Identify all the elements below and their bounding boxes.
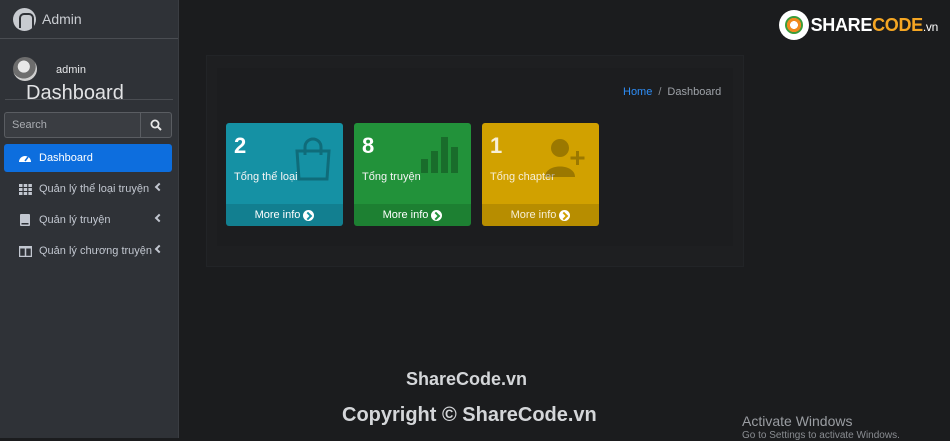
breadcrumb: Home / Dashboard (623, 86, 721, 98)
watermark-text: ShareCode.vn (406, 369, 528, 389)
arrow-circle-right-icon (303, 209, 315, 221)
chevron-left-icon (154, 213, 164, 223)
columns-icon (18, 244, 32, 258)
chevron-left-icon (154, 182, 164, 192)
sidebar-item-label: Dashboard (39, 152, 93, 164)
user-name: admin (56, 63, 86, 76)
stat-label: Tổng truyện (362, 171, 421, 183)
stat-label: Tổng thể loại (234, 171, 298, 183)
book-icon (18, 213, 32, 227)
shopping-bag-icon (295, 137, 331, 181)
arrow-circle-right-icon (559, 209, 571, 221)
sharecode-logo-icon (778, 10, 809, 40)
dashboard-icon (18, 151, 32, 165)
breadcrumb-separator: / (658, 86, 662, 98)
more-info-label: More info (382, 209, 429, 221)
breadcrumb-current: Dashboard (667, 86, 722, 98)
stat-box-chapters: 1 Tổng chapter More info (482, 123, 599, 226)
page-title: Dashboard (26, 82, 124, 104)
bar-chart-icon (421, 137, 458, 173)
activate-windows-title: Activate Windows (742, 413, 853, 429)
user-plus-icon (545, 139, 585, 177)
search-button[interactable] (140, 112, 172, 138)
stat-value: 8 (362, 133, 375, 158)
brand-logo-icon (13, 7, 36, 31)
stat-box-categories: 2 Tổng thể loại More info (226, 123, 343, 226)
chevron-left-icon (154, 244, 164, 254)
grid-icon (18, 182, 32, 196)
more-info-label: More info (254, 209, 301, 221)
stat-value: 2 (234, 133, 247, 158)
sidebar-item-chapters[interactable]: Quản lý chương truyện (4, 237, 172, 265)
sharecode-logo: SHARECODE.vn (778, 10, 939, 40)
stat-value: 1 (490, 133, 503, 158)
stat-box-stories: 8 Tổng truyện More info (354, 123, 471, 226)
sidebar-item-stories[interactable]: Quản lý truyện (4, 206, 172, 234)
watermark-copyright: Copyright © ShareCode.vn (342, 404, 597, 426)
breadcrumb-home-link[interactable]: Home (623, 86, 652, 98)
avatar (13, 57, 37, 81)
sidebar: Admin admin Dashboard Quản lý thể loại t… (0, 0, 179, 438)
more-info-label: More info (510, 209, 557, 221)
activate-windows-subtitle: Go to Settings to activate Windows. (742, 430, 900, 441)
sidebar-item-label: Quản lý thể loại truyện (39, 183, 150, 195)
sidebar-item-label: Quản lý chương truyện (39, 245, 153, 257)
more-info-link[interactable]: More info (226, 204, 343, 226)
sidebar-item-dashboard[interactable]: Dashboard (4, 144, 172, 172)
more-info-link[interactable]: More info (482, 204, 599, 226)
sidebar-item-label: Quản lý truyện (39, 214, 111, 226)
sidebar-search (4, 112, 172, 138)
sharecode-logo-text: SHARECODE.vn (810, 14, 939, 35)
search-icon (150, 119, 162, 131)
sidebar-item-categories[interactable]: Quản lý thể loại truyện (4, 175, 172, 203)
brand-name: Admin (42, 11, 82, 27)
brand-link[interactable]: Admin (0, 0, 178, 39)
arrow-circle-right-icon (431, 209, 443, 221)
search-input[interactable] (4, 112, 140, 138)
more-info-link[interactable]: More info (354, 204, 471, 226)
